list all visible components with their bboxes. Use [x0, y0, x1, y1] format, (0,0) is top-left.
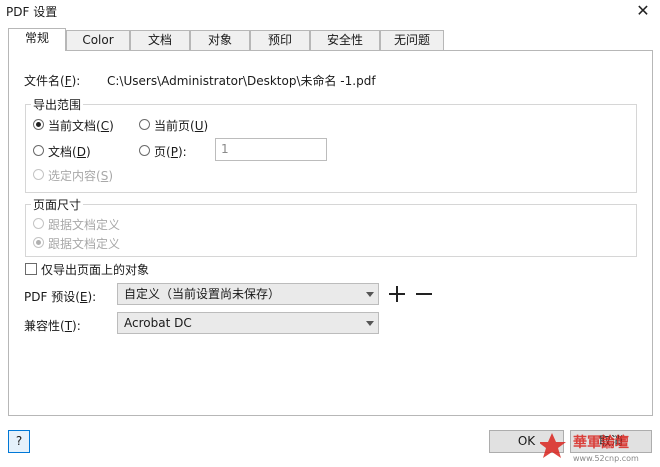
label-current-doc[interactable]: 当前文档(C) — [48, 117, 114, 134]
add-preset-button[interactable] — [387, 284, 407, 304]
tab-security[interactable]: 安全性 — [310, 30, 380, 50]
watermark-logo: 華軍論壇 www.52cnp.com — [538, 429, 658, 465]
general-panel: 文件名(F): C:\Users\Administrator\Desktop\未… — [8, 50, 653, 416]
pages-input[interactable]: 1 — [215, 138, 327, 161]
radio-current-page[interactable] — [139, 119, 150, 130]
label-page-size-2[interactable]: 跟据文档定义 — [48, 235, 120, 252]
title-bar: PDF 设置 ✕ — [0, 0, 660, 24]
radio-documents[interactable] — [33, 145, 44, 156]
file-name-label: 文件名(F): — [24, 74, 81, 88]
svg-text:www.52cnp.com: www.52cnp.com — [573, 454, 639, 463]
pdf-preset-value: 自定义（当前设置尚未保存） — [124, 287, 281, 301]
compat-label: 兼容性(T): — [24, 319, 81, 333]
minus-icon — [416, 293, 432, 295]
chevron-down-icon — [366, 321, 374, 326]
radio-selection[interactable] — [33, 169, 44, 180]
watermark-icon: 華軍論壇 www.52cnp.com — [538, 433, 639, 463]
pdf-preset-dropdown[interactable]: 自定义（当前设置尚未保存） — [117, 283, 379, 305]
compat-dropdown[interactable]: Acrobat DC — [117, 312, 379, 334]
close-icon[interactable]: ✕ — [632, 0, 654, 22]
tab-color[interactable]: Color — [66, 30, 130, 50]
only-objects-label[interactable]: 仅导出页面上的对象 — [41, 261, 149, 278]
radio-current-doc[interactable] — [33, 119, 44, 130]
radio-pages[interactable] — [139, 145, 150, 156]
radio-page-size-2[interactable] — [33, 237, 44, 248]
chevron-down-icon — [366, 292, 374, 297]
file-name-value: C:\Users\Administrator\Desktop\未命名 -1.pd… — [107, 74, 376, 88]
label-documents[interactable]: 文档(D) — [48, 143, 91, 160]
tab-general[interactable]: 常规 — [8, 28, 66, 51]
export-range-group — [25, 104, 637, 193]
tab-no-issues[interactable]: 无问题 — [380, 30, 444, 50]
page-size-title: 页面尺寸 — [31, 196, 84, 213]
tab-objects[interactable]: 对象 — [190, 30, 250, 50]
label-pages[interactable]: 页(P): — [154, 143, 187, 160]
label-page-size-1[interactable]: 跟据文档定义 — [48, 216, 120, 233]
label-selection[interactable]: 选定内容(S) — [48, 167, 113, 184]
only-objects-checkbox[interactable] — [25, 263, 37, 275]
svg-text:華軍論壇: 華軍論壇 — [573, 434, 629, 451]
label-current-page[interactable]: 当前页(U) — [154, 117, 208, 134]
help-button[interactable]: ? — [8, 430, 30, 453]
tab-document[interactable]: 文档 — [130, 30, 190, 50]
pdf-preset-label: PDF 预设(E): — [24, 290, 97, 304]
export-range-title: 导出范围 — [31, 96, 84, 113]
tab-prepress[interactable]: 预印 — [250, 30, 310, 50]
radio-page-size-1[interactable] — [33, 218, 44, 229]
window-title: PDF 设置 — [6, 5, 58, 19]
plus-icon — [389, 286, 405, 302]
compat-value: Acrobat DC — [124, 316, 192, 330]
remove-preset-button[interactable] — [414, 284, 434, 304]
